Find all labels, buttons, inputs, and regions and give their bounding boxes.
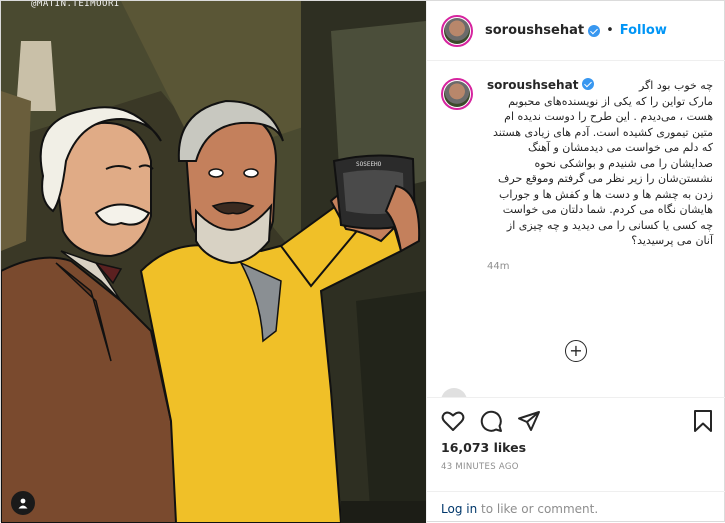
plus-circle-icon: + bbox=[569, 341, 583, 360]
tagged-users-button[interactable] bbox=[11, 491, 35, 515]
login-prompt: Log in to like or comment. bbox=[427, 491, 725, 523]
separator-dot: • bbox=[606, 23, 614, 38]
caption-username[interactable]: soroushsehat bbox=[487, 78, 595, 94]
post-dialog: SOSEEHO @MATIN.TEIMOORI soroushsehat • F… bbox=[0, 0, 725, 523]
likes-count[interactable]: 16,073 likes bbox=[441, 440, 713, 455]
login-prompt-text: to like or comment. bbox=[477, 502, 599, 516]
comments-section: soroushsehat چه خوب بود اگر مارک تواین را… bbox=[427, 62, 725, 397]
author-avatar[interactable] bbox=[441, 14, 473, 47]
like-button[interactable] bbox=[441, 410, 465, 432]
share-button[interactable] bbox=[517, 410, 541, 432]
partial-comment-row bbox=[441, 388, 601, 397]
comment-avatar[interactable] bbox=[441, 388, 467, 397]
heart-icon bbox=[441, 411, 465, 431]
caption-body-text: چه خوب بود اگر مارک تواین را که یکی از ن… bbox=[493, 79, 713, 247]
comment-icon bbox=[480, 410, 502, 432]
post-sidebar: soroushsehat • Follow soroushsehat چه خوب… bbox=[426, 1, 725, 523]
bookmark-icon bbox=[694, 410, 712, 432]
save-button[interactable] bbox=[693, 409, 713, 433]
camera-label: SOSEEHO bbox=[356, 161, 382, 168]
post-header: soroushsehat • Follow bbox=[427, 1, 725, 61]
post-image[interactable]: SOSEEHO @MATIN.TEIMOORI bbox=[1, 1, 426, 523]
share-icon bbox=[518, 411, 540, 431]
caption-text: soroushsehat چه خوب بود اگر مارک تواین را… bbox=[487, 78, 713, 249]
post-timestamp[interactable]: 43 MINUTES AGO bbox=[441, 462, 713, 472]
comment-button[interactable] bbox=[479, 409, 503, 433]
caption: soroushsehat چه خوب بود اگر مارک تواین را… bbox=[441, 78, 713, 274]
login-link[interactable]: Log in bbox=[441, 502, 477, 516]
post-actions: 16,073 likes 43 MINUTES AGO bbox=[427, 397, 725, 472]
caption-time[interactable]: 44m bbox=[487, 259, 713, 275]
verified-icon bbox=[582, 78, 595, 90]
user-tag-icon bbox=[18, 498, 28, 509]
load-more-comments-button[interactable]: + bbox=[565, 340, 587, 362]
action-icons bbox=[441, 408, 713, 434]
artist-watermark: @MATIN.TEIMOORI bbox=[31, 1, 120, 9]
caption-avatar[interactable] bbox=[441, 78, 473, 110]
cartoon-illustration: SOSEEHO bbox=[1, 1, 426, 523]
author-username[interactable]: soroushsehat bbox=[485, 23, 584, 38]
follow-button[interactable]: Follow bbox=[620, 23, 667, 38]
verified-icon bbox=[588, 24, 601, 37]
